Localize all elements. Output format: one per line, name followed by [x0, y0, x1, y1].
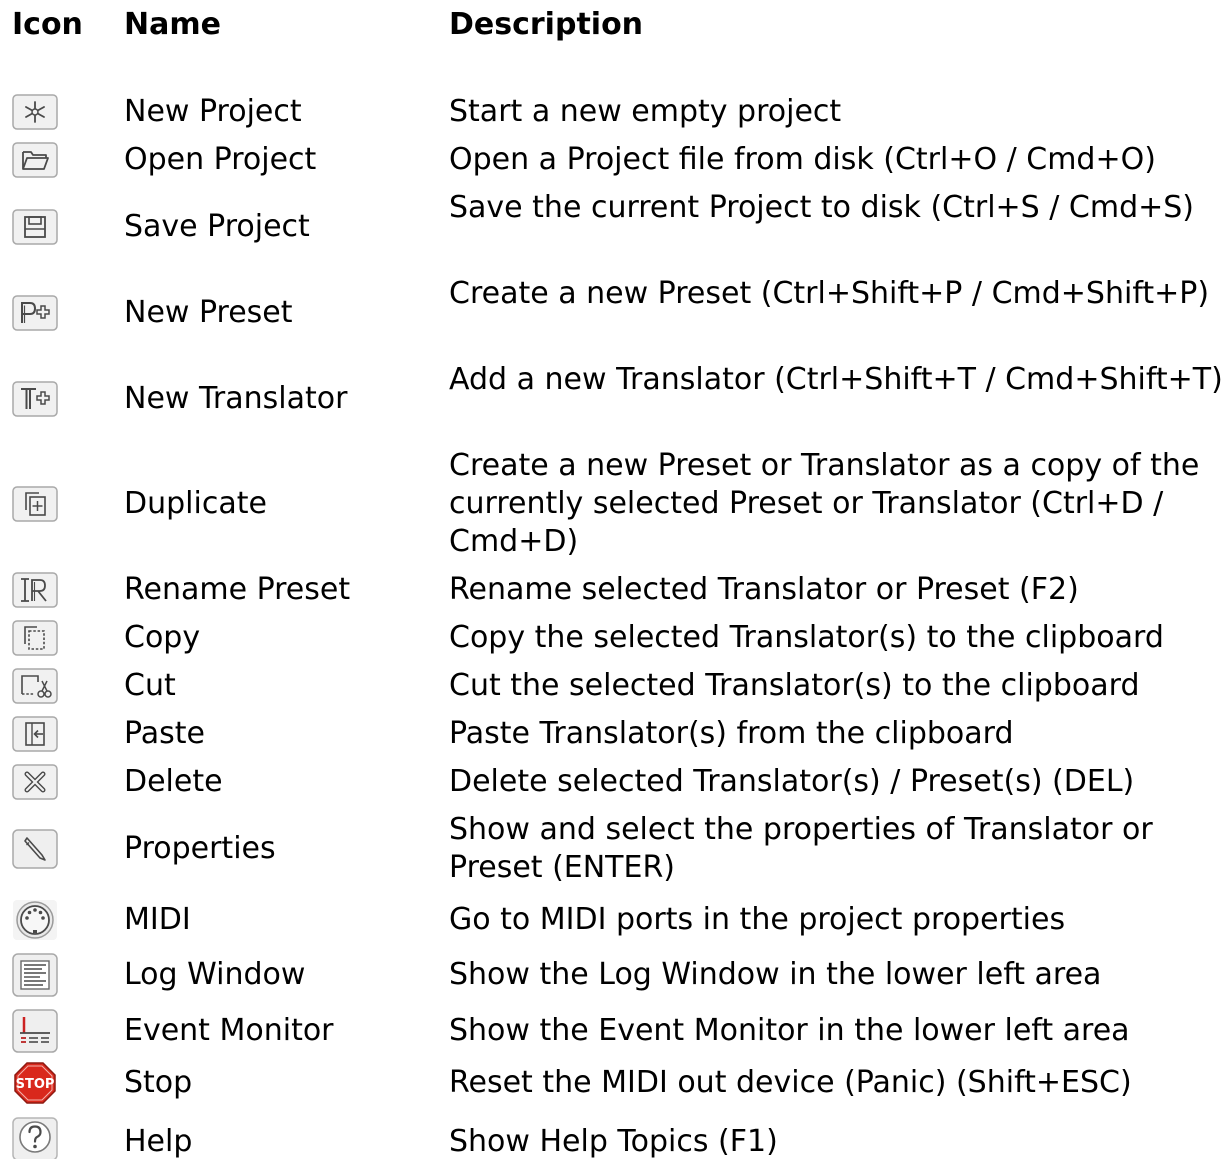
command-description: Add a new Translator (Ctrl+Shift+T / Cmd… [449, 362, 1223, 397]
header-icon: Icon [12, 7, 83, 42]
header-description: Description [449, 7, 644, 42]
command-name: Properties [124, 831, 276, 866]
command-description: Save the current Project to disk (Ctrl+S… [449, 190, 1194, 225]
command-description: Start a new empty project [449, 94, 842, 129]
table-row-open-project: Open Project Open a Project file from di… [0, 141, 1227, 179]
paste-icon [12, 716, 58, 752]
command-description: Reset the MIDI out device (Panic) (Shift… [449, 1065, 1132, 1100]
command-description: Create a new Preset or Translator as a c… [449, 448, 1200, 559]
command-name: Save Project [124, 209, 310, 244]
duplicate-icon [12, 486, 58, 522]
table-row-cut: Cut Cut the selected Translator(s) to th… [0, 667, 1227, 705]
log-window-icon [12, 953, 58, 997]
delete-icon [12, 764, 58, 800]
table-row-log-window: Log Window Show the Log Window in the lo… [0, 953, 1227, 997]
command-name: New Project [124, 94, 302, 129]
copy-icon [12, 620, 58, 656]
command-description: Cut the selected Translator(s) to the cl… [449, 668, 1140, 703]
table-row-copy: Copy Copy the selected Translator(s) to … [0, 619, 1227, 657]
command-description: Show the Event Monitor in the lower left… [449, 1013, 1130, 1048]
stop-icon-text: STOP [16, 1077, 55, 1092]
table-row-help: Help Show Help Topics (F1) [0, 1117, 1227, 1159]
table-row-duplicate: Duplicate Create a new Preset or Transla… [0, 447, 1227, 561]
open-project-icon [12, 142, 58, 178]
save-project-icon [12, 209, 58, 245]
properties-icon [12, 829, 58, 869]
new-project-icon [12, 94, 58, 130]
command-name: Paste [124, 716, 205, 751]
new-preset-icon [12, 295, 58, 331]
command-name: MIDI [124, 902, 191, 937]
command-description: Show Help Topics (F1) [449, 1124, 778, 1159]
cut-icon [12, 668, 58, 704]
event-monitor-icon [12, 1009, 58, 1053]
command-description: Create a new Preset (Ctrl+Shift+P / Cmd+… [449, 276, 1210, 311]
table-row-delete: Delete Delete selected Translator(s) / P… [0, 763, 1227, 801]
command-name: Help [124, 1124, 193, 1159]
command-name: Open Project [124, 142, 317, 177]
command-description: Copy the selected Translator(s) to the c… [449, 620, 1164, 655]
command-description: Show the Log Window in the lower left ar… [449, 957, 1102, 992]
table-row-new-translator: New Translator Add a new Translator (Ctr… [0, 361, 1227, 437]
command-description: Open a Project file from disk (Ctrl+O / … [449, 142, 1156, 177]
command-name: Delete [124, 764, 223, 799]
command-description: Delete selected Translator(s) / Preset(s… [449, 764, 1135, 799]
stop-icon: STOP [12, 1061, 58, 1105]
command-name: Duplicate [124, 486, 267, 521]
command-name: New Translator [124, 381, 348, 416]
table-row-paste: Paste Paste Translator(s) from the clipb… [0, 715, 1227, 753]
table-row-rename-preset: Rename Preset Rename selected Translator… [0, 571, 1227, 609]
table-row-new-preset: New Preset Create a new Preset (Ctrl+Shi… [0, 275, 1227, 351]
table-row-save-project: Save Project Save the current Project to… [0, 189, 1227, 265]
table-row-event-monitor: Event Monitor Show the Event Monitor in … [0, 1009, 1227, 1053]
table-row-new-project: New Project Start a new empty project [0, 93, 1227, 131]
header-name: Name [124, 7, 221, 42]
midi-icon [12, 899, 58, 941]
command-name: Stop [124, 1065, 193, 1100]
command-description: Go to MIDI ports in the project properti… [449, 902, 1066, 937]
command-name: Cut [124, 668, 176, 703]
command-name: Log Window [124, 957, 306, 992]
table-row-midi: MIDI Go to MIDI ports in the project pro… [0, 899, 1227, 941]
command-name: Rename Preset [124, 572, 351, 607]
help-icon [12, 1117, 58, 1159]
command-name: Copy [124, 620, 201, 655]
table-row-properties: Properties Show and select the propertie… [0, 811, 1227, 887]
command-description: Paste Translator(s) from the clipboard [449, 716, 1014, 751]
command-description: Rename selected Translator or Preset (F2… [449, 572, 1079, 607]
command-description: Show and select the properties of Transl… [449, 812, 1153, 885]
command-name: New Preset [124, 295, 293, 330]
new-translator-icon [12, 381, 58, 417]
table-row-stop: STOP Stop Reset the MIDI out device (Pan… [0, 1061, 1227, 1105]
rename-icon [12, 572, 58, 608]
command-name: Event Monitor [124, 1013, 334, 1048]
